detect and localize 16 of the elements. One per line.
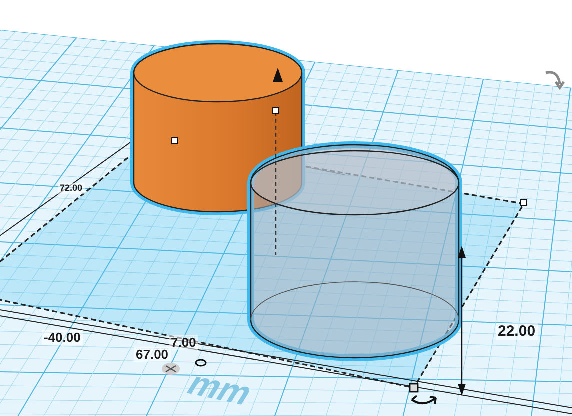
handle-ring-icon[interactable] [195,359,207,367]
resize-handle[interactable] [172,138,178,144]
rotate-arrow-icon[interactable] [411,395,437,405]
dimension-label[interactable]: 67.00 [134,347,171,362]
snap-grid-icon[interactable] [162,363,180,375]
unit-label: mm [181,367,260,411]
resize-handle[interactable] [520,200,528,206]
resize-handle[interactable] [409,383,419,393]
dimension-label[interactable]: -40.00 [42,330,83,345]
dimension-label[interactable]: 22.00 [496,323,538,340]
cylinder-drawing[interactable] [130,40,306,216]
height-arrow-icon[interactable] [273,68,283,82]
dimension-label: 72.00 [58,183,85,194]
dimension-label[interactable]: 7.00 [169,335,198,350]
resize-handle[interactable] [272,108,280,114]
cylinder-drawing[interactable] [248,142,462,362]
